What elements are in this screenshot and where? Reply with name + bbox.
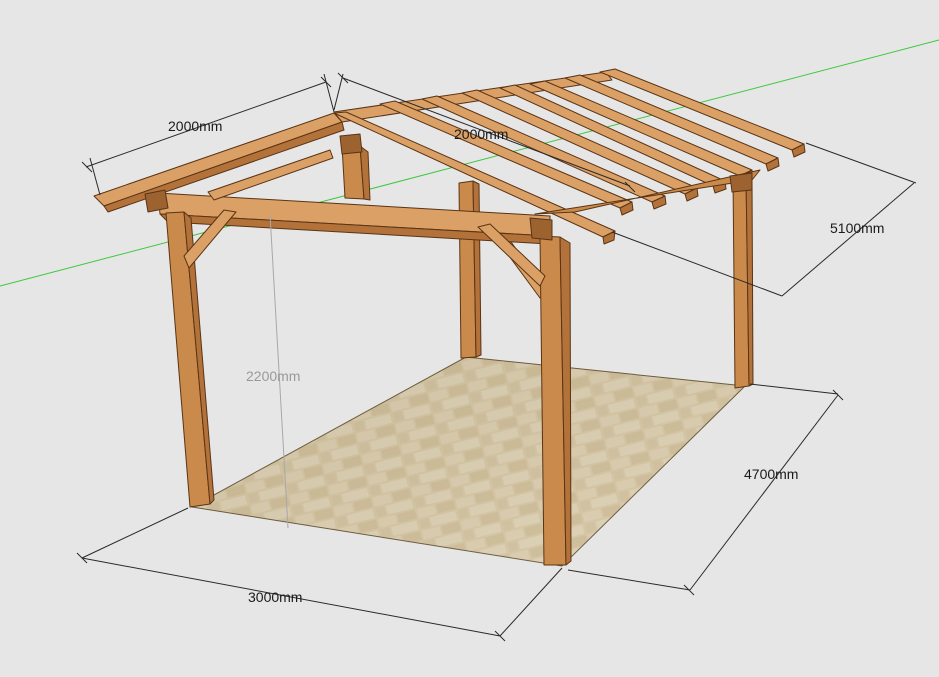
- dim-label-depth-top: 5100mm: [830, 220, 884, 236]
- sketchup-viewport[interactable]: 2000mm 2000mm 5100mm 2200mm 4700mm 3000m: [0, 0, 939, 677]
- dim-label-slope: 2000mm: [454, 126, 508, 142]
- dim-depth-top: 5100mm: [611, 142, 917, 297]
- pergola-model: 2000mm 2000mm 5100mm 2200mm 4700mm 3000m: [0, 39, 939, 642]
- dim-label-width: 3000mm: [248, 589, 302, 605]
- dim-label-depth-bottom: 4700mm: [744, 466, 798, 482]
- dim-label-ridge: 2000mm: [168, 118, 222, 134]
- dim-label-height: 2200mm: [246, 368, 300, 384]
